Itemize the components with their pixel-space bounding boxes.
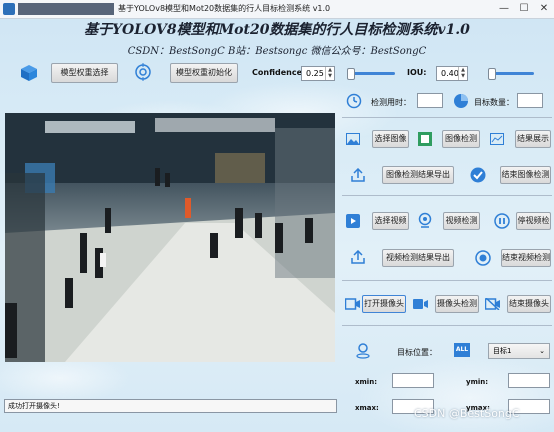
chevron-down-icon: ⌄ xyxy=(539,347,545,355)
stop-video-detect-button[interactable]: 结束视频检测 xyxy=(501,249,551,267)
video-camera-icon xyxy=(413,299,428,309)
all-badge-text: ALL xyxy=(455,346,469,353)
camera-off-icon xyxy=(485,298,500,310)
divider xyxy=(342,117,552,118)
target-icon xyxy=(135,63,151,81)
divider xyxy=(342,280,552,281)
ymin-field xyxy=(508,373,550,388)
redacted-title-part xyxy=(18,3,114,15)
open-camera-button[interactable]: 打开摄像头 xyxy=(362,295,406,313)
csdn-watermark: CSDN @BestSongC xyxy=(414,407,520,420)
iou-value: 0.40 xyxy=(441,69,459,78)
status-bar: 成功打开摄像头! xyxy=(4,399,337,413)
model-select-button[interactable]: 模型权重选择 xyxy=(51,63,118,83)
target-select-value: 目标1 xyxy=(493,347,512,355)
stop-camera-button[interactable]: 结束摄像头 xyxy=(507,295,551,313)
confidence-slider-handle[interactable] xyxy=(347,68,355,80)
xmax-label: xmax: xyxy=(355,404,379,412)
confidence-label: Confidence: xyxy=(252,68,306,77)
pause-icon xyxy=(494,213,510,229)
divider xyxy=(342,195,552,196)
camera-video-display xyxy=(5,113,335,362)
window-title: 基于YOLOv8模型和Mot20数据集的行人目标检测系统 v1.0 xyxy=(118,4,331,13)
location-pin-icon xyxy=(356,343,370,359)
show-results-button[interactable]: 结果展示 xyxy=(515,130,551,148)
stop-image-detect-button[interactable]: 结束图像检测 xyxy=(500,166,551,184)
camera-icon xyxy=(345,298,360,310)
select-video-button[interactable]: 选择视频 xyxy=(372,212,409,230)
page-title: 基于YOLOV8模型和Mot20数据集的行人目标检测系统v1.0 xyxy=(84,22,470,38)
maximize-button[interactable]: ☐ xyxy=(514,1,534,17)
spin-arrows-icon[interactable]: ▲ ▼ xyxy=(458,67,467,80)
spin-arrows-icon[interactable]: ▲ ▼ xyxy=(325,67,334,80)
image-icon xyxy=(346,133,360,145)
confidence-slider[interactable] xyxy=(347,68,395,80)
app-icon xyxy=(3,3,15,15)
page-subtitle: CSDN：BestSongC B站：Bestsongc 微信公众号：BestSo… xyxy=(127,46,427,57)
stop-circle-icon xyxy=(475,250,491,266)
export-icon xyxy=(351,168,365,182)
cube-icon xyxy=(21,65,37,81)
video-detect-button[interactable]: 视频检测 xyxy=(443,212,480,230)
export-icon xyxy=(351,250,365,264)
iou-label: IOU: xyxy=(407,68,427,77)
all-targets-icon: ALL xyxy=(454,343,470,357)
select-image-button[interactable]: 选择图像 xyxy=(372,130,409,148)
ymin-label: ymin: xyxy=(466,378,489,386)
iou-slider-handle[interactable] xyxy=(488,68,496,80)
time-label: 检测用时： xyxy=(371,98,411,107)
count-label: 目标数量： xyxy=(474,98,514,107)
confidence-value: 0.25 xyxy=(306,69,324,78)
timer-icon xyxy=(346,93,362,109)
minimize-button[interactable]: — xyxy=(494,1,514,17)
xmin-label: xmin: xyxy=(355,378,377,386)
pause-video-button[interactable]: 停视频检 xyxy=(516,212,551,230)
iou-spinbox[interactable]: 0.40 ▲ ▼ xyxy=(436,66,468,81)
pie-chart-icon xyxy=(454,94,468,108)
close-button[interactable]: ✕ xyxy=(534,1,554,17)
target-position-label: 目标位置： xyxy=(397,348,437,357)
camera-detect-button[interactable]: 摄像头检测 xyxy=(435,295,479,313)
app-window: 基于YOLOv8模型和Mot20数据集的行人目标检测系统 v1.0 — ☐ ✕ … xyxy=(0,0,554,432)
webcam-icon xyxy=(418,212,432,228)
iou-slider[interactable] xyxy=(488,68,534,80)
image-detect-icon xyxy=(418,132,432,146)
image-detect-button[interactable]: 图像检测 xyxy=(442,130,480,148)
export-image-results-button[interactable]: 图像检测结果导出 xyxy=(382,166,454,184)
target-select-dropdown[interactable]: 目标1 ⌄ xyxy=(488,343,550,359)
count-value-box xyxy=(517,93,543,108)
check-circle-icon xyxy=(470,167,486,183)
chart-icon xyxy=(490,133,504,145)
confidence-spinbox[interactable]: 0.25 ▲ ▼ xyxy=(301,66,335,81)
xmin-field xyxy=(392,373,434,388)
video-frame xyxy=(5,113,335,362)
divider xyxy=(342,325,552,326)
model-init-button[interactable]: 模型权重初始化 xyxy=(170,63,238,83)
time-value-box xyxy=(417,93,443,108)
window-titlebar: 基于YOLOv8模型和Mot20数据集的行人目标检测系统 v1.0 — ☐ ✕ xyxy=(0,0,554,19)
video-file-icon xyxy=(346,214,360,228)
export-video-results-button[interactable]: 视频检测结果导出 xyxy=(382,249,454,267)
